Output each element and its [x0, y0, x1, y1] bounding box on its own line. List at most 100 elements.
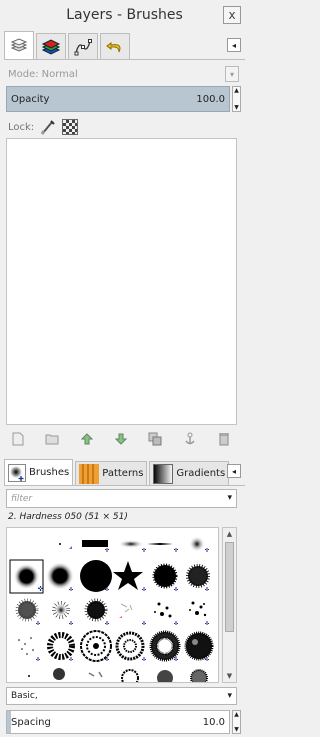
opacity-label: Opacity — [11, 93, 50, 105]
brush-grunge-1[interactable] — [47, 632, 75, 660]
brush-preset-value: Basic, — [11, 691, 38, 701]
tab-gradients[interactable]: Gradients — [149, 461, 230, 485]
tab-menu-icon: ◂ — [231, 40, 236, 50]
brush-grid-canvas — [9, 536, 214, 682]
new-layer-group-button[interactable] — [44, 431, 60, 447]
panel-menu-button[interactable]: ◂ — [227, 38, 241, 52]
brush-splatter-2[interactable] — [52, 601, 70, 619]
brush-grid[interactable] — [6, 527, 219, 683]
tab-undo-history[interactable] — [100, 33, 130, 59]
opacity-spinner[interactable]: ▲ ▼ — [232, 86, 241, 112]
anchor-layer-button[interactable] — [182, 431, 198, 447]
brushes-tab-icon — [8, 463, 26, 482]
spin-up-icon[interactable]: ▲ — [234, 711, 239, 718]
dock-tabs-bottom: Brushes Patterns Gradients — [4, 459, 245, 486]
chevron-down-icon: ▾ — [229, 69, 234, 79]
chevron-down-icon[interactable]: ▾ — [227, 493, 232, 503]
brush-hardness-050-selected[interactable] — [9, 559, 44, 594]
tab-gradients-label: Gradients — [176, 468, 226, 479]
spin-up-icon[interactable]: ▲ — [234, 87, 239, 94]
tab-patterns-label: Patterns — [102, 468, 144, 479]
mode-label: Mode: — [8, 68, 39, 80]
undo-history-icon — [106, 41, 121, 52]
brush-ellipse[interactable] — [118, 540, 144, 548]
spacing-label: Spacing — [11, 716, 51, 728]
tab-channels[interactable] — [36, 33, 66, 59]
mode-row: Mode: Normal ▾ — [4, 64, 245, 84]
brush-texture-cells[interactable] — [80, 630, 112, 662]
raise-layer-icon — [80, 433, 93, 445]
raise-layer-button[interactable] — [79, 431, 95, 447]
brush-partial-row[interactable] — [28, 668, 208, 682]
channels-icon — [41, 38, 61, 55]
brush-splatter-3[interactable] — [84, 598, 108, 622]
brush-texture-grain[interactable] — [149, 630, 181, 662]
chevron-down-icon[interactable]: ▾ — [227, 691, 232, 701]
brush-star[interactable] — [113, 561, 143, 590]
delete-layer-icon — [218, 433, 229, 446]
brush-block[interactable] — [82, 540, 108, 547]
brush-cracked[interactable] — [119, 603, 133, 618]
spacing-spinner[interactable]: ▲ ▼ — [232, 710, 241, 734]
mode-dropdown-button[interactable]: ▾ — [225, 66, 239, 82]
brush-line[interactable] — [147, 543, 173, 545]
mode-value[interactable]: Normal — [42, 69, 78, 80]
filter-placeholder: filter — [11, 493, 33, 504]
close-button[interactable]: x — [223, 6, 241, 24]
lock-pixels-icon[interactable] — [40, 119, 56, 135]
opacity-value: 100.0 — [196, 93, 225, 105]
lower-layer-button[interactable] — [113, 431, 129, 447]
opacity-slider[interactable]: Opacity 100.0 — [6, 86, 230, 112]
anchor-layer-icon — [185, 432, 195, 445]
brush-hardness-075[interactable] — [46, 562, 74, 590]
tab-paths[interactable] — [68, 33, 98, 59]
window-titlebar: Layers - Brushes x — [0, 0, 249, 30]
layers-icon — [10, 37, 28, 52]
brush-grid-scrollbar[interactable]: ▲ ▼ — [222, 527, 237, 683]
brush-scatter-2[interactable] — [189, 601, 207, 617]
window-title: Layers - Brushes — [66, 7, 183, 23]
delete-layer-button[interactable] — [216, 431, 232, 447]
tab-menu-icon: ◂ — [231, 466, 236, 476]
duplicate-layer-button[interactable] — [147, 431, 163, 447]
brush-filter-field[interactable]: filter ▾ — [6, 489, 237, 508]
brushes-panel-menu-button[interactable]: ◂ — [227, 464, 241, 478]
spin-down-icon[interactable]: ▼ — [234, 726, 239, 733]
duplicate-layer-icon — [148, 432, 162, 446]
paths-icon — [74, 38, 92, 55]
lock-alpha-icon[interactable] — [62, 119, 79, 135]
scroll-thumb[interactable] — [225, 542, 234, 632]
lock-label: Lock: — [8, 121, 35, 133]
brush-soft-small[interactable] — [189, 536, 205, 552]
dock-tabs-top — [4, 31, 245, 60]
layers-list[interactable] — [6, 138, 237, 425]
brush-preset-select[interactable]: Basic, ▾ — [6, 687, 237, 705]
spin-down-icon[interactable]: ▼ — [234, 104, 239, 111]
new-layer-button[interactable] — [10, 431, 26, 447]
gradients-tab-icon — [153, 463, 174, 484]
lock-row: Lock: — [8, 118, 79, 136]
brush-texture-rings[interactable] — [115, 631, 145, 661]
tab-layers[interactable] — [4, 31, 34, 59]
brush-pixel[interactable] — [59, 543, 72, 549]
close-icon: x — [228, 8, 236, 22]
new-layer-group-icon — [45, 434, 59, 445]
scroll-up-icon[interactable]: ▲ — [223, 528, 236, 540]
selected-brush-name: 2. Hardness 050 (51 × 51) — [8, 512, 128, 522]
spacing-slider[interactable]: Spacing 10.0 — [6, 710, 230, 734]
brush-acrylic[interactable] — [152, 563, 178, 589]
layers-button-bar — [10, 430, 232, 448]
brush-chalk[interactable] — [186, 564, 210, 588]
lower-layer-icon — [114, 433, 127, 445]
brush-dots[interactable] — [18, 637, 34, 655]
patterns-tab-icon — [79, 463, 100, 484]
scroll-down-icon[interactable]: ▼ — [223, 670, 236, 682]
brush-texture-dark[interactable] — [184, 631, 214, 661]
new-layer-icon — [12, 432, 24, 446]
spacing-value: 10.0 — [202, 716, 225, 728]
brush-scatter-1[interactable] — [154, 602, 172, 618]
tab-brushes-label: Brushes — [29, 467, 70, 478]
brush-splatter-1[interactable] — [15, 598, 39, 622]
tab-brushes[interactable]: Brushes — [4, 459, 74, 485]
tab-patterns[interactable]: Patterns — [75, 461, 148, 485]
